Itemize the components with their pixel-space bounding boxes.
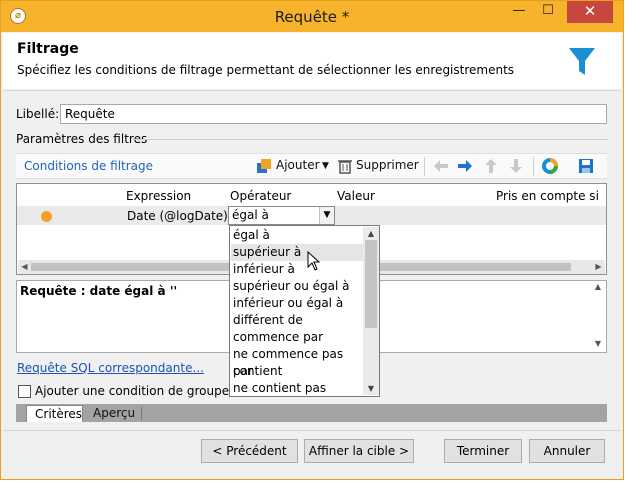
dropdown-option[interactable]: contient [231, 363, 363, 380]
column-header-operator[interactable]: Opérateur [230, 189, 291, 203]
tab-separator [141, 407, 142, 420]
mouse-cursor-icon [307, 251, 321, 271]
add-button[interactable]: Ajouter [276, 158, 320, 172]
dropdown-option[interactable]: égal à [231, 227, 363, 244]
expression-cell[interactable]: Date (@logDate) [127, 209, 228, 223]
dropdown-option[interactable]: ne contient pas [231, 380, 363, 397]
scroll-up-icon[interactable]: ▲ [591, 282, 605, 294]
group-condition-label[interactable]: Ajouter une condition de groupement [35, 384, 260, 398]
vertical-scrollbar[interactable]: ▲ ▼ [591, 282, 605, 351]
arrow-down-icon[interactable] [507, 157, 525, 175]
column-header-condition[interactable]: Pris en compte si [496, 189, 599, 203]
filter-params-label: Paramètres des filtres [16, 132, 148, 146]
title-bar[interactable]: ⌀ Requête * — ☐ ✕ [1, 1, 623, 32]
arrow-left-icon[interactable] [432, 157, 450, 175]
dropdown-option[interactable]: différent de [231, 312, 363, 329]
tab-preview[interactable]: Aperçu [85, 405, 140, 422]
libelle-input[interactable]: Requête [60, 104, 607, 124]
minimize-button[interactable]: — [506, 1, 532, 23]
chevron-down-icon[interactable]: ▼ [363, 382, 379, 395]
scroll-down-icon[interactable]: ▼ [591, 339, 605, 351]
toolbar-separator [424, 157, 425, 176]
chevron-down-icon[interactable]: ▼ [319, 207, 334, 224]
header-divider [3, 90, 621, 91]
column-header-value[interactable]: Valeur [337, 189, 375, 203]
chevron-up-icon[interactable]: ▲ [363, 227, 379, 240]
operator-select[interactable]: égal à ▼ [228, 206, 335, 225]
save-icon[interactable] [577, 157, 595, 175]
toolbar-separator [533, 157, 534, 176]
conditions-toolbar: Conditions de filtrage Ajouter ▼ Supprim… [16, 153, 607, 179]
cancel-button[interactable]: Annuler [529, 439, 605, 463]
scroll-right-icon[interactable]: ▶ [592, 260, 605, 274]
trash-icon[interactable] [336, 157, 354, 175]
tabs-bar: Critères Aperçu [16, 404, 607, 422]
add-icon[interactable] [255, 157, 273, 175]
sql-query-link[interactable]: Requête SQL correspondante... [17, 361, 204, 375]
arrow-right-icon[interactable] [456, 157, 474, 175]
close-button[interactable]: ✕ [567, 1, 613, 23]
funnel-icon [569, 48, 595, 75]
column-header-expression[interactable]: Expression [126, 189, 191, 203]
scrollbar-thumb[interactable] [365, 240, 377, 328]
page-title: Filtrage [17, 41, 79, 57]
dropdown-scrollbar[interactable]: ▲ ▼ [363, 227, 379, 395]
query-summary-text: Requête : date égal à '' [20, 284, 178, 298]
query-window: ⌀ Requête * — ☐ ✕ Filtrage Spécifiez les… [0, 0, 624, 480]
dropdown-option[interactable]: supérieur à [231, 244, 363, 261]
dropdown-option[interactable]: ne commence pas par [231, 346, 363, 378]
tab-criteria[interactable]: Critères [26, 405, 83, 422]
dropdown-option[interactable]: inférieur à [231, 261, 363, 278]
page-description: Spécifiez les conditions de filtrage per… [17, 63, 515, 77]
finish-button[interactable]: Terminer [444, 439, 522, 463]
dropdown-option[interactable]: supérieur ou égal à [231, 278, 363, 295]
section-divider [132, 139, 608, 140]
operator-select-value: égal à [232, 208, 269, 222]
delete-button[interactable]: Supprimer [356, 158, 419, 172]
dropdown-option[interactable]: commence par [231, 329, 363, 346]
operator-dropdown-list[interactable]: égal à supérieur à inférieur à supérieur… [229, 225, 380, 397]
dropdown-option[interactable]: inférieur ou égal à [231, 295, 363, 312]
maximize-button[interactable]: ☐ [535, 1, 561, 23]
libelle-label: Libellé: [16, 107, 60, 121]
status-dot-icon [41, 211, 52, 222]
wizard-header: Filtrage Spécifiez les conditions de fil… [3, 33, 621, 89]
footer-divider [3, 430, 621, 431]
scroll-left-icon[interactable]: ◀ [18, 260, 31, 274]
group-condition-checkbox[interactable] [18, 385, 31, 398]
refine-target-button[interactable]: Affiner la cible > [304, 439, 414, 463]
previous-button[interactable]: < Précédent [201, 439, 298, 463]
arrow-up-icon[interactable] [482, 157, 500, 175]
add-dropdown-arrow[interactable]: ▼ [322, 161, 329, 171]
distribution-icon[interactable] [541, 157, 559, 175]
conditions-title: Conditions de filtrage [24, 159, 154, 173]
